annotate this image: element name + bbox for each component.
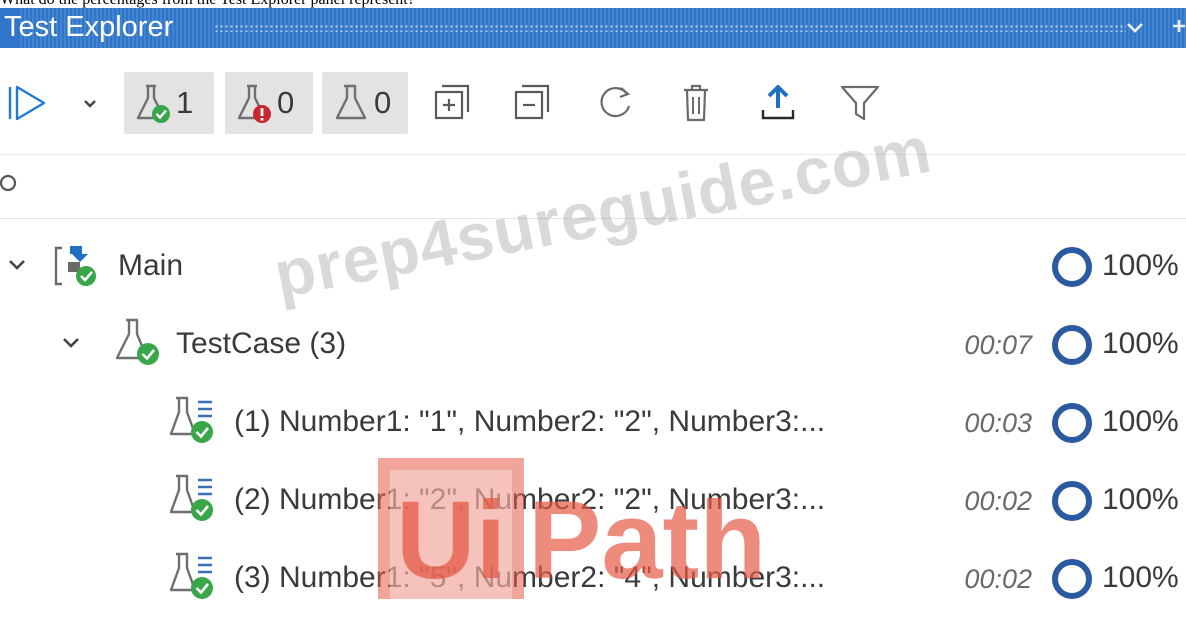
collapse-all-button[interactable]: [512, 72, 554, 134]
data-test-passed-icon: [169, 552, 213, 599]
test-flask-passed-icon: [115, 318, 159, 365]
flask-icon: [335, 84, 367, 120]
upload-icon: [761, 85, 795, 120]
failed-count: 0: [277, 85, 295, 120]
run-options-dropdown[interactable]: [80, 72, 100, 134]
svg-text:Path: Path: [528, 479, 766, 599]
duration: 00:03: [964, 408, 1032, 438]
duration: 00:02: [964, 486, 1032, 516]
chevron-down-icon[interactable]: [60, 332, 82, 354]
data-test-passed-icon: [169, 474, 213, 521]
uipath-logo-watermark: Ui Path: [378, 458, 766, 599]
coverage-ring-icon: [1052, 481, 1092, 521]
duration: 00:02: [964, 564, 1032, 594]
coverage-percent: 100%: [1102, 249, 1179, 282]
svg-text:Ui: Ui: [396, 479, 506, 599]
chevron-down-icon: [84, 100, 96, 108]
expand-all-icon: [434, 84, 470, 120]
coverage-ring-icon: [1052, 325, 1092, 365]
chevron-down-icon[interactable]: [1124, 16, 1146, 38]
pin-icon[interactable]: [1168, 14, 1186, 38]
filter-icon: [840, 85, 880, 121]
trash-icon: [684, 84, 708, 122]
coverage-ring-icon: [1052, 559, 1092, 599]
run-all-icon: [8, 85, 46, 121]
coverage-ring-icon: [1052, 403, 1092, 443]
tree-item-label: Main: [118, 249, 184, 282]
not-run-filter-button[interactable]: 0: [322, 72, 408, 134]
workflow-passed-icon: [54, 246, 96, 286]
panel-titlebar: Test Explorer: [0, 8, 1186, 48]
data-test-passed-icon: [169, 396, 213, 443]
coverage-percent: 100%: [1102, 483, 1179, 516]
coverage-percent: 100%: [1102, 327, 1179, 360]
toolbar-divider: [0, 154, 1186, 155]
refresh-icon: [600, 87, 631, 118]
delete-button[interactable]: [680, 72, 712, 134]
tree-row-data-variation[interactable]: (1) Number1: "1", Number2: "2", Number3:…: [0, 382, 1186, 462]
duration: 00:07: [964, 330, 1032, 360]
collapse-all-icon: [514, 84, 550, 120]
export-button[interactable]: [758, 72, 798, 134]
run-all-button[interactable]: [6, 72, 56, 134]
passed-filter-button[interactable]: 1: [124, 72, 214, 134]
refresh-button[interactable]: [596, 72, 636, 134]
coverage-percent: 100%: [1102, 405, 1179, 438]
tree-item-label: TestCase (3): [176, 327, 347, 360]
flask-passed-icon: [136, 84, 170, 123]
coverage-percent: 100%: [1102, 561, 1179, 594]
coverage-ring-icon: [1052, 247, 1092, 287]
search-icon: [0, 174, 17, 192]
failed-filter-button[interactable]: 0: [225, 72, 313, 134]
tree-item-label: (1) Number1: "1", Number2: "2", Number3:…: [234, 405, 826, 438]
chevron-down-icon[interactable]: [6, 254, 28, 276]
title-grip: [214, 24, 1126, 32]
tree-row-testcase[interactable]: TestCase (3) 00:07 100%: [0, 304, 1186, 384]
expand-all-button[interactable]: [432, 72, 474, 134]
passed-count: 1: [176, 85, 194, 120]
flask-failed-icon: [237, 84, 271, 123]
not-run-count: 0: [374, 85, 392, 120]
panel-title: Test Explorer: [4, 11, 174, 43]
